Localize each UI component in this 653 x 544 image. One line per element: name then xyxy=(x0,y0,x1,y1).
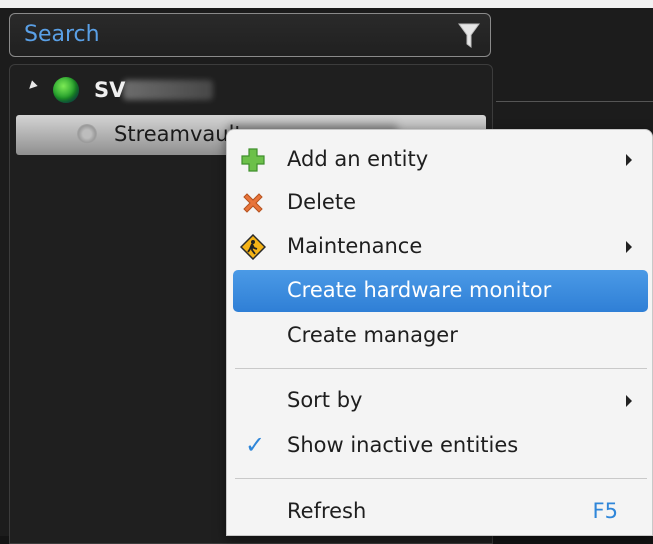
menu-separator xyxy=(235,478,647,479)
app-window: Search SV Streamvault Add an entity Dele… xyxy=(0,0,653,544)
menu-item-show-inactive-entities[interactable]: ✓ Show inactive entities xyxy=(233,425,648,467)
search-input[interactable]: Search xyxy=(9,13,491,57)
menu-item-delete[interactable]: Delete xyxy=(233,182,648,224)
menu-item-add-entity[interactable]: Add an entity xyxy=(233,139,648,181)
menu-item-label: Show inactive entities xyxy=(287,433,519,457)
menu-item-label: Delete xyxy=(287,190,356,214)
menu-separator xyxy=(235,368,647,369)
streamvault-icon xyxy=(77,124,97,144)
menu-item-create-hardware-monitor[interactable]: Create hardware monitor xyxy=(233,270,648,312)
menu-item-label: Maintenance xyxy=(287,234,423,258)
plus-icon xyxy=(240,147,266,173)
submenu-arrow-icon xyxy=(626,395,632,407)
tree-item-label: Streamvault xyxy=(114,122,243,146)
header-divider xyxy=(496,101,653,102)
menu-item-label: Create hardware monitor xyxy=(287,278,552,302)
filter-icon[interactable] xyxy=(458,22,480,54)
menu-item-label: Refresh xyxy=(287,499,367,523)
context-menu: Add an entity Delete Maintenance Create … xyxy=(226,129,653,536)
menu-item-create-manager[interactable]: Create manager xyxy=(233,315,648,357)
globe-icon xyxy=(53,77,79,103)
maintenance-sign-icon xyxy=(239,233,267,261)
tree-root-label[interactable]: SV xyxy=(94,78,125,102)
menu-item-label: Add an entity xyxy=(287,147,429,171)
redacted-name xyxy=(123,80,213,100)
shortcut-label: F5 xyxy=(592,499,618,523)
menu-item-sort-by[interactable]: Sort by xyxy=(233,380,648,422)
menu-item-refresh[interactable]: Refresh F5 xyxy=(233,491,648,533)
menu-item-label: Sort by xyxy=(287,388,363,412)
submenu-arrow-icon xyxy=(626,154,632,166)
search-placeholder: Search xyxy=(24,22,100,47)
menu-item-maintenance[interactable]: Maintenance xyxy=(233,226,648,268)
submenu-arrow-icon xyxy=(626,241,632,253)
top-strip xyxy=(0,0,653,8)
delete-x-icon xyxy=(240,190,266,216)
checkmark-icon: ✓ xyxy=(245,431,266,459)
menu-item-label: Create manager xyxy=(287,323,458,347)
